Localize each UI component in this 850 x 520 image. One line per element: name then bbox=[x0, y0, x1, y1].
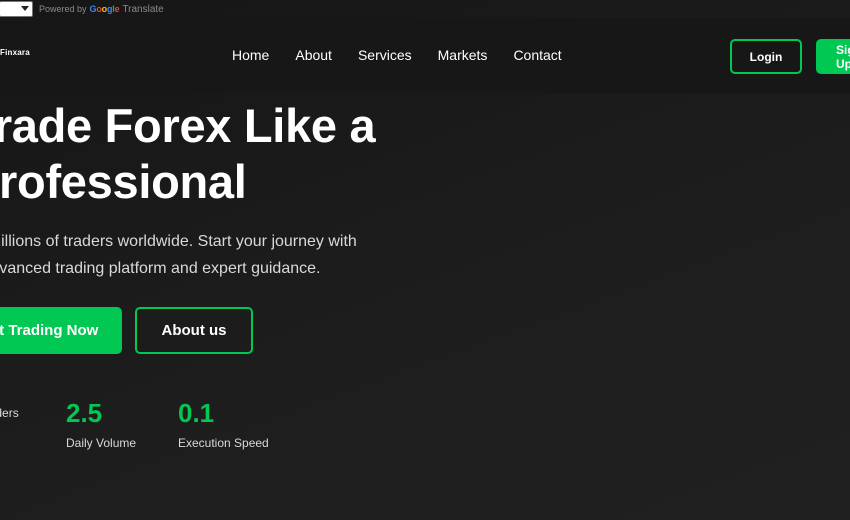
nav-services[interactable]: Services bbox=[358, 47, 412, 63]
chevron-down-icon bbox=[21, 6, 29, 11]
stat-label: Execution Speed bbox=[178, 436, 269, 450]
hero-title-line-2: Professional bbox=[0, 155, 247, 208]
nav-home[interactable]: Home bbox=[232, 47, 269, 63]
start-trading-button[interactable]: Start Trading Now bbox=[0, 307, 122, 354]
nav-contact[interactable]: Contact bbox=[513, 47, 561, 63]
google-logo: Google bbox=[89, 4, 120, 14]
hero-title-line-1: Trade Forex Like a bbox=[0, 99, 376, 152]
translate-link[interactable]: Translate bbox=[122, 4, 163, 15]
about-us-button[interactable]: About us bbox=[135, 307, 253, 354]
stat-label: Active Traders bbox=[0, 406, 19, 420]
hero-subtitle-line-1: Join millions of traders worldwide. Star… bbox=[0, 233, 357, 250]
stat-execution-speed: 0.1 Execution Speed bbox=[178, 398, 269, 450]
brand-logo[interactable]: Finxara bbox=[0, 48, 30, 57]
powered-by-google: Powered by Google Translate bbox=[39, 4, 164, 15]
stat-value: 0.1 bbox=[178, 398, 215, 428]
main-nav: Home About Services Markets Contact bbox=[232, 47, 588, 63]
login-button[interactable]: Login bbox=[730, 39, 802, 74]
stat-daily-volume: 2.5 Daily Volume bbox=[66, 398, 136, 450]
nav-markets[interactable]: Markets bbox=[438, 47, 488, 63]
powered-by-label: Powered by bbox=[39, 4, 87, 14]
language-select[interactable] bbox=[0, 1, 33, 17]
hero-subtitle-line-2: our advanced trading platform and expert… bbox=[0, 260, 321, 277]
google-translate-widget: Powered by Google Translate bbox=[0, 0, 164, 18]
stat-value: 2.5 bbox=[66, 398, 103, 428]
nav-about[interactable]: About bbox=[295, 47, 332, 63]
signup-button[interactable]: Sign Up bbox=[816, 39, 850, 74]
stat-label: Daily Volume bbox=[66, 436, 137, 450]
stat-active-traders: Active Traders bbox=[0, 398, 19, 420]
site-header: Finxara Home About Services Markets Cont… bbox=[0, 18, 850, 93]
hero-title: Trade Forex Like a Professional bbox=[0, 98, 376, 210]
hero-subtitle: Join millions of traders worldwide. Star… bbox=[0, 228, 357, 282]
page: Powered by Google Translate Finxara Home… bbox=[0, 0, 850, 520]
